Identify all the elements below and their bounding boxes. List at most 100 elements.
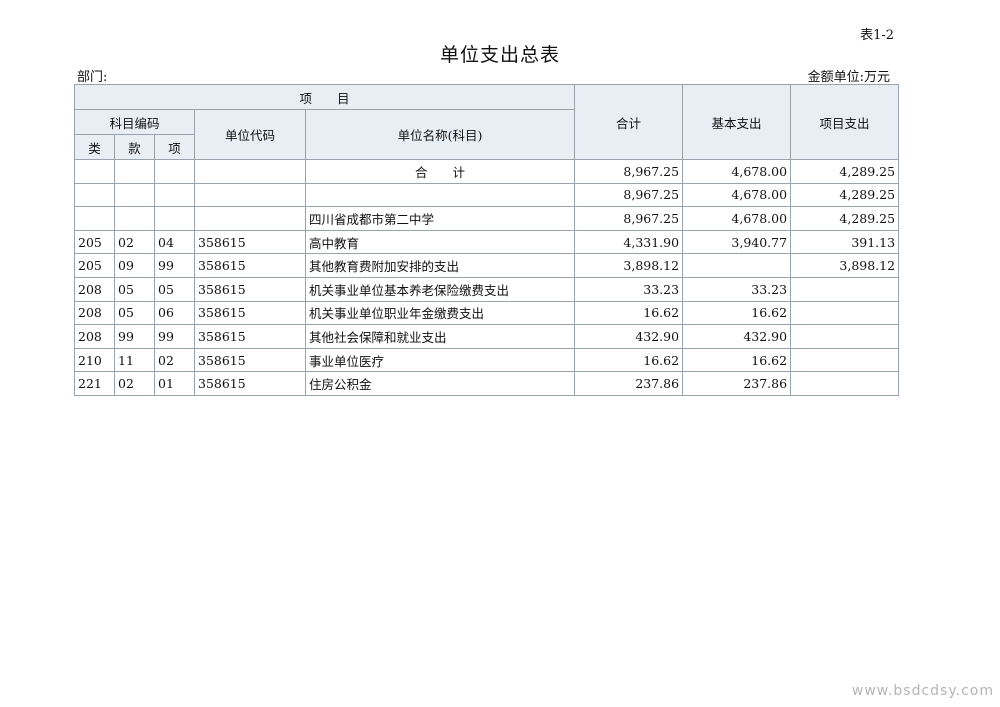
table-row: 8,967.25 4,678.00 4,289.25 — [74, 182, 900, 208]
cell-basic: 16.62 — [682, 347, 792, 373]
cell-kuan: 02 — [114, 229, 155, 255]
table-row: 208 05 05 358615 机关事业单位基本养老保险缴费支出 33.23 … — [74, 276, 900, 302]
cell-unit-code: 358615 — [194, 276, 306, 302]
cell-kuan: 09 — [114, 253, 155, 278]
cell-unit-code — [194, 159, 306, 184]
cell-total: 8,967.25 — [574, 206, 684, 231]
cell-project — [790, 324, 900, 349]
cell-unit-code: 358615 — [194, 229, 306, 255]
header-unit-code: 单位代码 — [194, 109, 306, 160]
cell-basic — [682, 253, 792, 278]
cell-total: 8,967.25 — [574, 159, 684, 184]
cell-basic: 3,940.77 — [682, 229, 792, 255]
cell-total: 16.62 — [574, 347, 684, 373]
cell-project — [790, 371, 900, 396]
cell-project: 4,289.25 — [790, 206, 900, 231]
cell-basic: 33.23 — [682, 276, 792, 302]
department-label: 部门: — [77, 70, 108, 85]
cell-project: 3,898.12 — [790, 253, 900, 278]
cell-xiang: 99 — [154, 253, 195, 278]
cell-lei — [74, 159, 115, 184]
cell-xiang: 02 — [154, 347, 195, 373]
cell-kuan: 99 — [114, 324, 155, 349]
cell-basic: 432.90 — [682, 324, 792, 349]
cell-xiang: 04 — [154, 229, 195, 255]
cell-unit-name: 高中教育 — [304, 229, 576, 255]
cell-total: 4,331.90 — [574, 229, 684, 255]
table-row: 210 11 02 358615 事业单位医疗 16.62 16.62 — [74, 347, 900, 373]
cell-xiang: 01 — [154, 371, 195, 396]
cell-basic: 237.86 — [682, 371, 792, 396]
cell-unit-name: 住房公积金 — [304, 371, 576, 396]
cell-xiang — [154, 206, 195, 231]
amount-unit-label: 金额单位:万元 — [807, 70, 890, 85]
table-row: 四川省成都市第二中学 8,967.25 4,678.00 4,289.25 — [74, 206, 900, 231]
cell-unit-name: 其他教育费附加安排的支出 — [304, 253, 576, 278]
header-xiang: 项 — [154, 134, 195, 160]
cell-unit-code: 358615 — [194, 371, 306, 396]
cell-unit-name — [304, 182, 576, 208]
cell-project: 391.13 — [790, 229, 900, 255]
table-row: 221 02 01 358615 住房公积金 237.86 237.86 — [74, 371, 900, 396]
cell-unit-name: 四川省成都市第二中学 — [304, 206, 576, 231]
cell-project — [790, 300, 900, 326]
header-unit-name: 单位名称(科目) — [304, 109, 576, 160]
header-project: 项 目 — [73, 84, 576, 110]
cell-kuan: 05 — [114, 300, 155, 326]
table-row: 205 02 04 358615 高中教育 4,331.90 3,940.77 … — [74, 229, 900, 255]
cell-kuan — [114, 182, 155, 208]
table-row: 208 05 06 358615 机关事业单位职业年金缴费支出 16.62 16… — [74, 300, 900, 326]
cell-xiang: 06 — [154, 300, 195, 326]
cell-basic: 4,678.00 — [682, 182, 792, 208]
cell-project — [790, 276, 900, 302]
cell-unit-name: 合 计 — [304, 159, 576, 184]
table-row: 208 99 99 358615 其他社会保障和就业支出 432.90 432.… — [74, 324, 900, 349]
cell-lei: 208 — [74, 300, 115, 326]
header-project-expenditure: 项目支出 — [790, 84, 900, 160]
cell-unit-code: 358615 — [194, 300, 306, 326]
cell-basic: 4,678.00 — [682, 206, 792, 231]
cell-kuan — [114, 159, 155, 184]
header-basic-expenditure: 基本支出 — [682, 84, 792, 160]
cell-xiang — [154, 159, 195, 184]
table-row: 205 09 99 358615 其他教育费附加安排的支出 3,898.12 3… — [74, 253, 900, 278]
cell-lei: 210 — [74, 347, 115, 373]
header-total: 合计 — [574, 84, 684, 160]
cell-total: 33.23 — [574, 276, 684, 302]
cell-kuan: 05 — [114, 276, 155, 302]
cell-lei: 208 — [74, 324, 115, 349]
cell-lei: 208 — [74, 276, 115, 302]
cell-unit-name: 机关事业单位基本养老保险缴费支出 — [304, 276, 576, 302]
cell-kuan: 11 — [114, 347, 155, 373]
cell-lei — [74, 182, 115, 208]
cell-total: 432.90 — [574, 324, 684, 349]
header-subject-code: 科目编码 — [74, 109, 195, 135]
cell-total: 16.62 — [574, 300, 684, 326]
cell-unit-name: 事业单位医疗 — [304, 347, 576, 373]
document-title: 单位支出总表 — [439, 44, 560, 66]
cell-unit-code: 358615 — [194, 324, 306, 349]
cell-basic: 4,678.00 — [682, 159, 792, 184]
cell-lei: 205 — [74, 229, 115, 255]
cell-unit-code — [194, 182, 306, 208]
expenditure-table: 项 目 合计 基本支出 项目支出 科目编码 单位代码 单位名称(科目) 类 款 … — [73, 84, 900, 396]
cell-unit-code — [194, 206, 306, 231]
cell-unit-name: 其他社会保障和就业支出 — [304, 324, 576, 349]
cell-xiang: 05 — [154, 276, 195, 302]
cell-xiang: 99 — [154, 324, 195, 349]
cell-unit-code: 358615 — [194, 253, 306, 278]
cell-lei: 205 — [74, 253, 115, 278]
cell-project: 4,289.25 — [790, 182, 900, 208]
table-row: 合 计 8,967.25 4,678.00 4,289.25 — [74, 159, 900, 184]
cell-project: 4,289.25 — [790, 159, 900, 184]
cell-unit-code: 358615 — [194, 347, 306, 373]
cell-total: 8,967.25 — [574, 182, 684, 208]
header-lei: 类 — [74, 134, 115, 160]
site-watermark: www.bsdcdsy.com — [851, 683, 994, 699]
cell-project — [790, 347, 900, 373]
cell-unit-name: 机关事业单位职业年金缴费支出 — [304, 300, 576, 326]
header-kuan: 款 — [114, 134, 155, 160]
cell-xiang — [154, 182, 195, 208]
cell-lei — [74, 206, 115, 231]
cell-basic: 16.62 — [682, 300, 792, 326]
